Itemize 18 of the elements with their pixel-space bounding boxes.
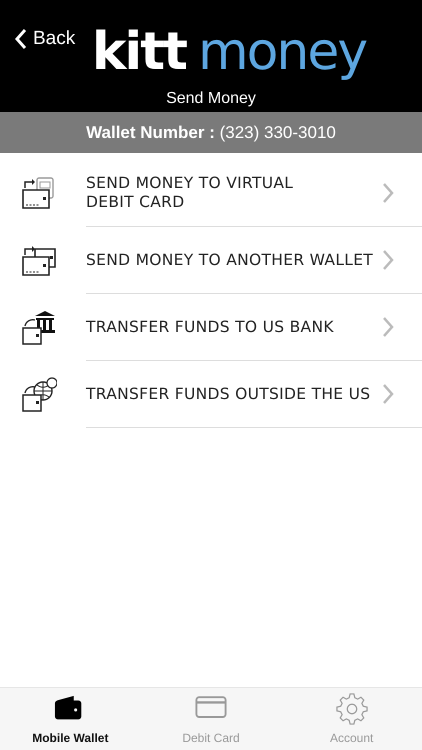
chevron-icon	[382, 249, 394, 271]
chevron-icon	[382, 316, 394, 338]
logo-text: kitt	[92, 26, 186, 78]
menu-item[interactable]: TRANSFER FUNDS OUTSIDE THE US	[86, 361, 422, 428]
menu-item[interactable]: TRANSFER FUNDS TO US BANK	[86, 294, 422, 361]
back-button[interactable]: Back	[14, 28, 76, 50]
chevron-icon	[382, 383, 394, 405]
screen-title: Send Money	[166, 90, 256, 108]
bank-transfer-icon	[21, 310, 57, 346]
logo-text: money	[198, 26, 366, 78]
chevron-icon	[382, 182, 394, 204]
back-chevron-icon	[14, 28, 27, 50]
globe-transfer-icon	[21, 376, 57, 412]
tab[interactable]: Mobile Wallet	[0, 688, 141, 750]
menu-item[interactable]: SEND MONEY TO ANOTHER WALLET	[86, 227, 422, 294]
settings-icon	[334, 693, 369, 725]
wallet-number: Wallet Number : (323) 330-3010	[86, 122, 336, 142]
menu-item[interactable]: SEND MONEY TO VIRTUAL DEBIT CARD	[86, 160, 422, 227]
